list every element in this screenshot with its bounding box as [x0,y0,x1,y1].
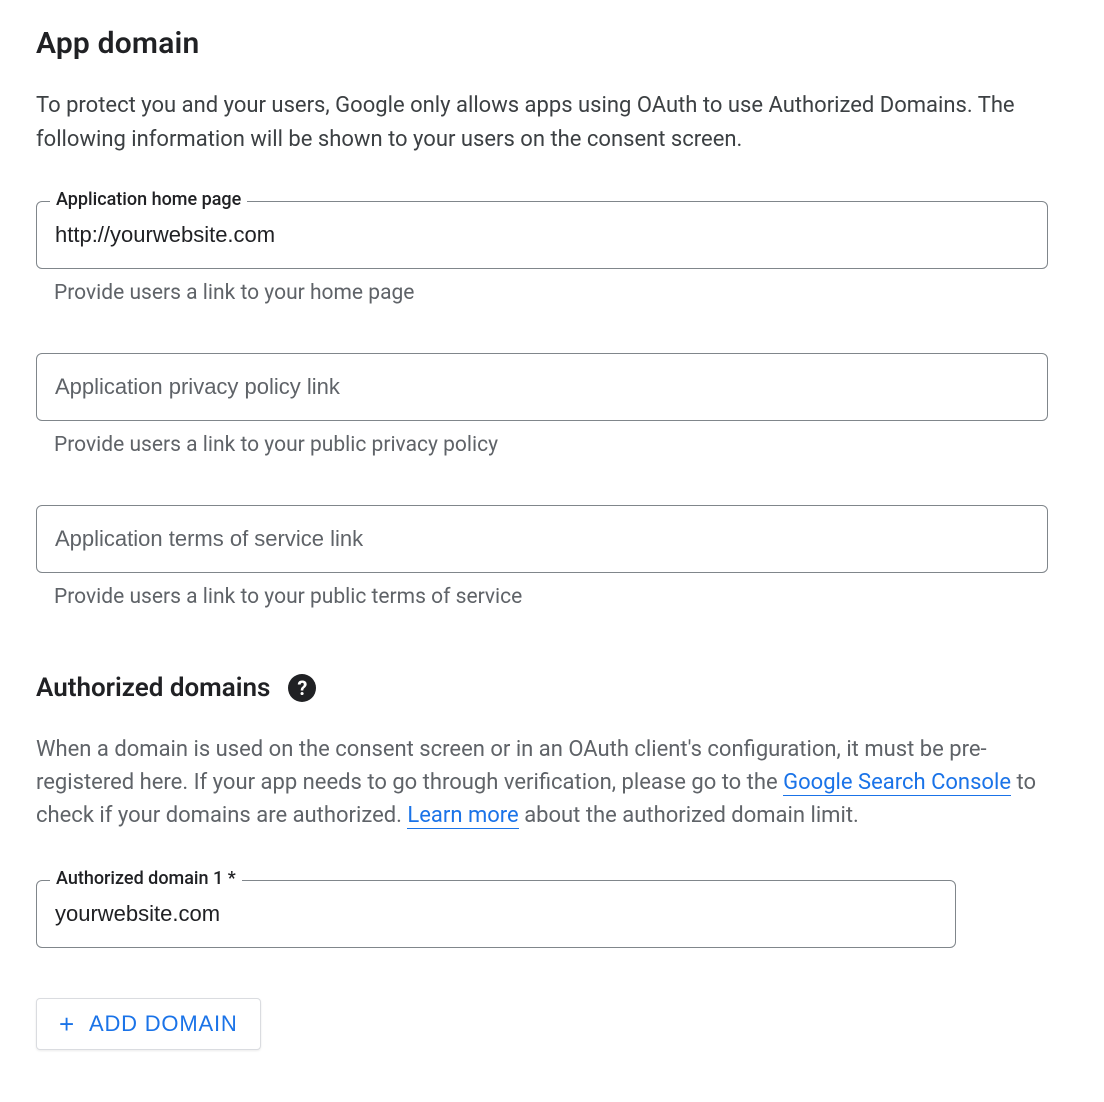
terms-of-service-input[interactable] [36,505,1048,573]
add-domain-label: ADD DOMAIN [89,1011,238,1037]
add-domain-button[interactable]: + ADD DOMAIN [36,998,261,1050]
plus-icon: + [59,1011,75,1037]
authorized-domain-1-field: Authorized domain 1 * [36,880,1068,948]
app-domain-description: To protect you and your users, Google on… [36,89,1056,157]
authorized-domains-description: When a domain is used on the consent scr… [36,733,1056,832]
authorized-domain-1-input[interactable] [36,880,956,948]
terms-of-service-field [36,505,1068,573]
learn-more-link[interactable]: Learn more [407,803,518,829]
home-page-label: Application home page [50,189,247,210]
terms-of-service-helper: Provide users a link to your public term… [54,585,1068,609]
home-page-helper: Provide users a link to your home page [54,281,1068,305]
home-page-field: Application home page [36,201,1068,269]
home-page-input[interactable] [36,201,1048,269]
help-icon[interactable]: ? [288,674,316,702]
authorized-domain-1-label: Authorized domain 1 * [50,868,242,889]
privacy-policy-input[interactable] [36,353,1048,421]
google-search-console-link[interactable]: Google Search Console [783,770,1011,796]
privacy-policy-field [36,353,1068,421]
app-domain-heading: App domain [36,26,1068,61]
privacy-policy-helper: Provide users a link to your public priv… [54,433,1068,457]
authorized-domains-heading: Authorized domains ? [36,673,1068,703]
auth-desc-text-3: about the authorized domain limit. [519,803,859,828]
authorized-domains-title: Authorized domains [36,673,270,703]
